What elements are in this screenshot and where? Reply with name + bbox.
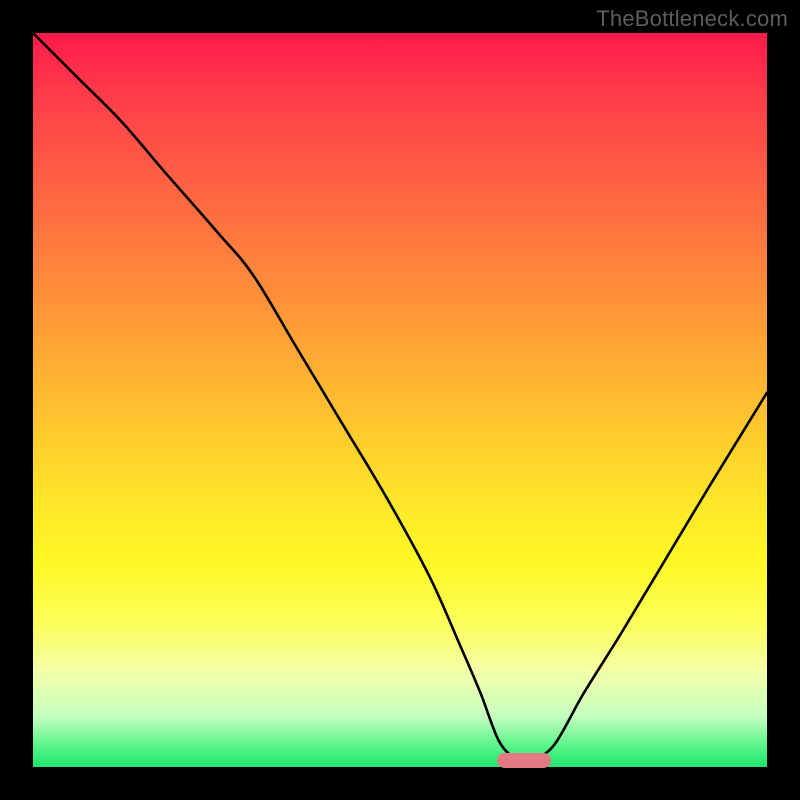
watermark-text: TheBottleneck.com (596, 6, 788, 32)
optimum-marker (497, 753, 551, 768)
chart-frame: TheBottleneck.com (0, 0, 800, 800)
plot-area (33, 33, 767, 767)
